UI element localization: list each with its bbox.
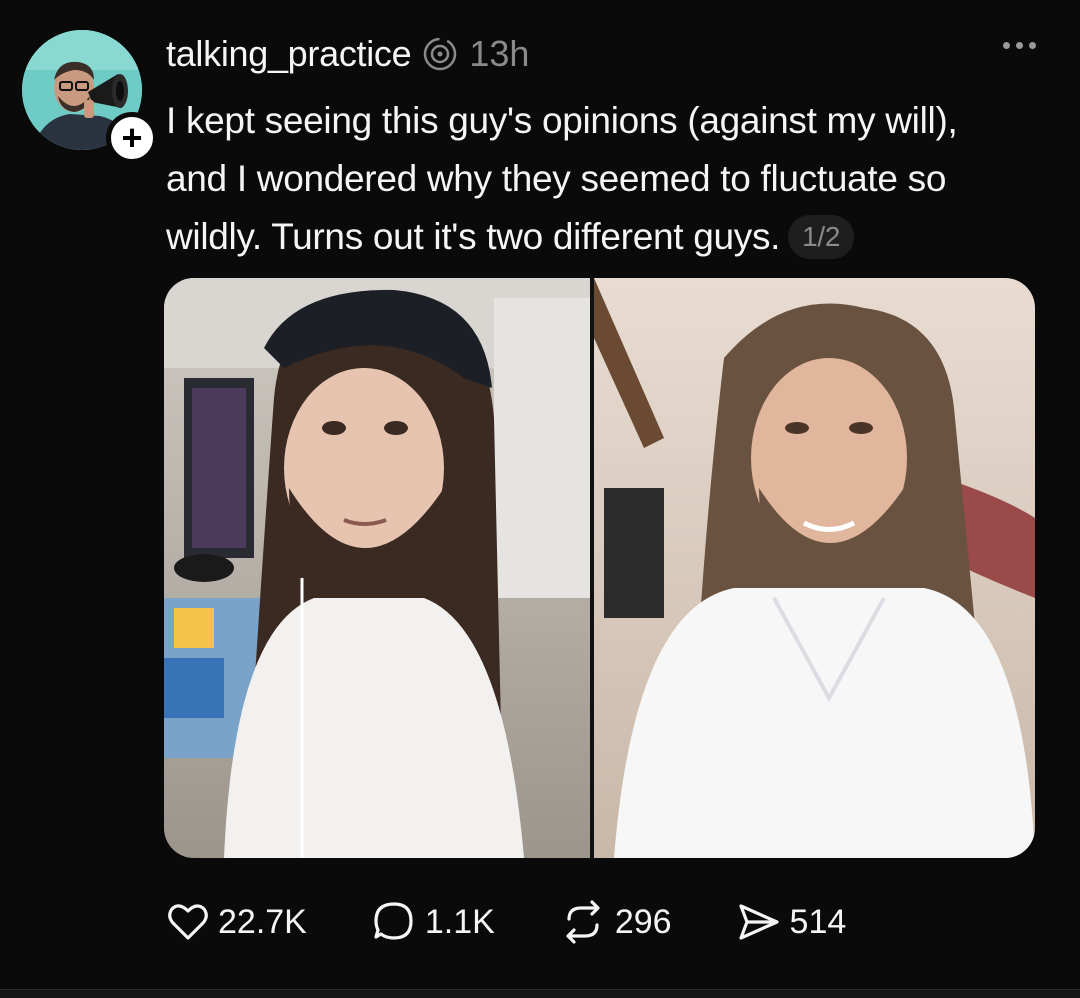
more-dot (1016, 42, 1023, 49)
more-dot (1029, 42, 1036, 49)
author-avatar-container: + (22, 30, 158, 164)
right-photo (594, 278, 1035, 858)
post-body: I kept seeing this guy's opinions (again… (166, 92, 1026, 266)
follow-button[interactable]: + (106, 112, 158, 164)
plus-icon: + (121, 117, 143, 158)
post-text-line: I kept seeing this guy's opinions (again… (166, 100, 958, 141)
post-header: talking_practice 13h (166, 28, 529, 80)
post-timestamp: 13h (469, 33, 530, 74)
more-dot (1003, 42, 1010, 49)
heart-icon (168, 904, 208, 940)
post-divider (0, 989, 1080, 998)
left-photo (164, 278, 590, 858)
repost-icon (566, 900, 600, 944)
share-button[interactable]: 514 (736, 900, 847, 944)
post-text-line: wildly. Turns out it's two different guy… (166, 216, 781, 257)
repost-button[interactable]: 296 (559, 899, 672, 945)
thread-post: + talking_practice 13h I kept seeing thi… (0, 0, 1080, 998)
media-collage (164, 278, 1035, 858)
send-icon (738, 904, 779, 940)
like-count: 22.7K (218, 902, 307, 941)
post-actions: 22.7K 1.1K 296 514 (166, 892, 910, 952)
post-text-line-last: wildly. Turns out it's two different guy… (166, 208, 1026, 266)
like-button[interactable]: 22.7K (166, 900, 307, 944)
reply-count: 1.1K (424, 902, 495, 941)
threads-icon (421, 35, 459, 73)
comment-icon (374, 902, 413, 940)
reply-button[interactable]: 1.1K (371, 899, 495, 945)
page-count-badge: 1/2 (788, 215, 855, 259)
repost-count: 296 (614, 902, 672, 941)
post-media[interactable] (164, 278, 1035, 858)
share-count: 514 (789, 902, 847, 941)
author-username[interactable]: talking_practice (166, 33, 412, 75)
post-text-line: and I wondered why they seemed to fluctu… (166, 158, 947, 199)
more-horizontal-icon[interactable] (1003, 42, 1036, 49)
